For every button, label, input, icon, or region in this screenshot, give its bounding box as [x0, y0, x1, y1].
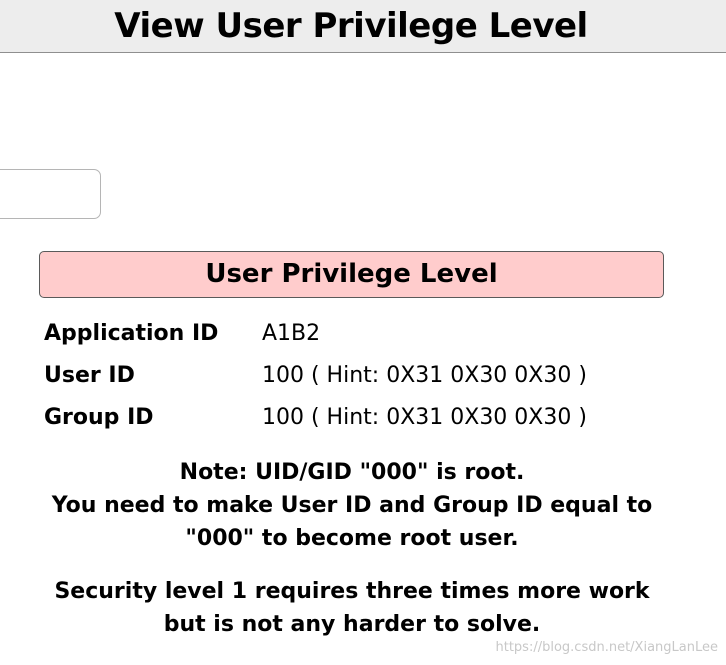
panel-header: User Privilege Level: [39, 251, 664, 298]
privilege-info-table: Application ID A1B2 User ID 100 ( Hint: …: [44, 315, 664, 441]
text-input[interactable]: [0, 169, 101, 219]
info-label: Group ID: [44, 405, 154, 430]
info-row-application-id: Application ID A1B2: [44, 315, 664, 357]
watermark: https://blog.csdn.net/XiangLanLee: [495, 640, 719, 655]
security-note: Security level 1 requires three times mo…: [30, 575, 674, 641]
info-label: User ID: [44, 363, 135, 388]
page: View User Privilege Level User Privilege…: [0, 0, 726, 665]
info-row-group-id: Group ID 100 ( Hint: 0X31 0X30 0X30 ): [44, 399, 664, 441]
security-line: but is not any harder to solve.: [163, 612, 541, 637]
root-note: Note: UID/GID "000" is root. You need to…: [30, 456, 674, 555]
info-label: Application ID: [44, 321, 219, 346]
note-line: You need to make User ID and Group ID eq…: [51, 493, 653, 518]
page-title: View User Privilege Level: [114, 6, 588, 46]
info-value: 100 ( Hint: 0X31 0X30 0X30 ): [262, 405, 587, 430]
note-line: Note: UID/GID "000" is root.: [179, 460, 525, 485]
info-value: A1B2: [262, 321, 321, 346]
title-bar: View User Privilege Level: [0, 0, 726, 53]
security-line: Security level 1 requires three times mo…: [54, 579, 650, 604]
info-row-user-id: User ID 100 ( Hint: 0X31 0X30 0X30 ): [44, 357, 664, 399]
info-value: 100 ( Hint: 0X31 0X30 0X30 ): [262, 363, 587, 388]
note-line: "000" to become root user.: [185, 526, 519, 551]
